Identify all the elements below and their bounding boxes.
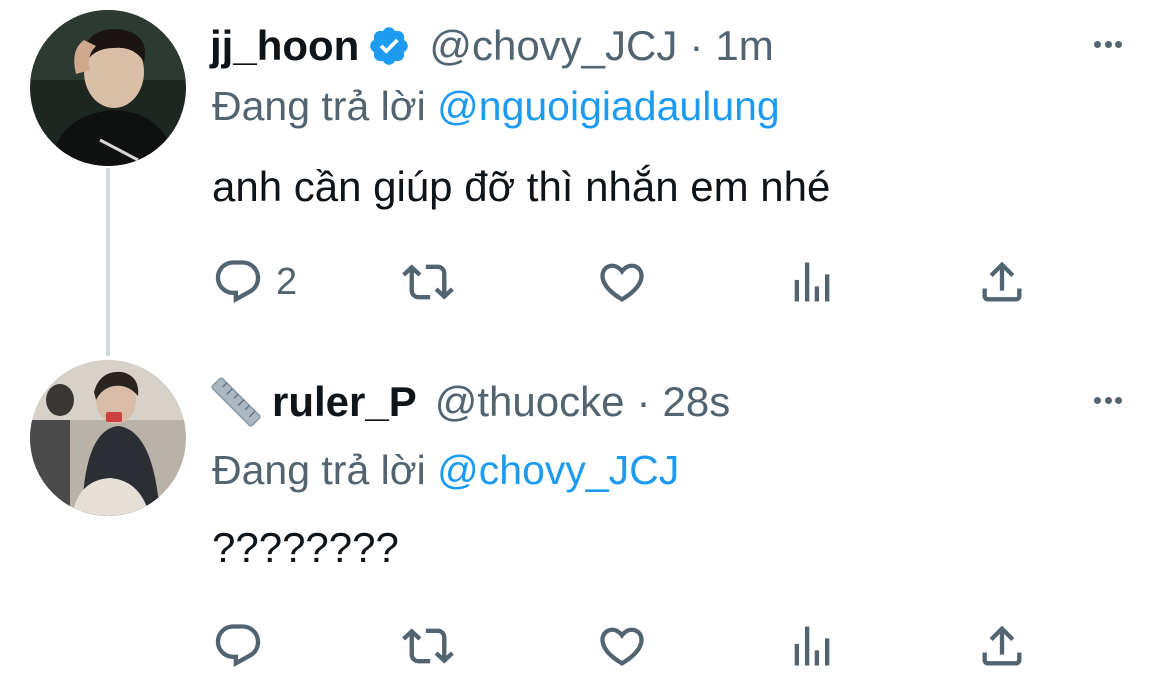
avatar[interactable] [30, 360, 186, 516]
avatar-image [30, 360, 186, 516]
reply-icon [215, 624, 261, 668]
like-icon [600, 263, 644, 302]
like-icon [600, 627, 644, 666]
tweet-text: ???????? [212, 524, 399, 571]
more-options-icon[interactable] [1086, 378, 1130, 422]
tweet-header: ruler_P @thuocke · 28s [210, 374, 730, 430]
straight-ruler-icon [211, 377, 261, 427]
retweet-icon [402, 264, 454, 300]
separator-dot: · [636, 378, 651, 425]
timestamp[interactable]: 1m [715, 18, 773, 74]
timestamp[interactable]: 28s [663, 374, 731, 430]
user-handle[interactable]: @thuocke [435, 374, 625, 430]
tweet-text: anh cần giúp đỡ thì nhắn em nhé [212, 163, 831, 210]
user-handle[interactable]: @chovy_JCJ [429, 18, 677, 74]
tweet[interactable]: jj_hoon @chovy_JCJ · 1m Đang trả lời @ng… [0, 0, 1170, 340]
replying-to-label: Đang trả lời [212, 83, 426, 129]
replying-to: Đang trả lời @chovy_JCJ [212, 444, 679, 496]
analytics-button[interactable] [786, 252, 838, 312]
reply-icon [215, 260, 261, 304]
tweet[interactable]: ruler_P @thuocke · 28s Đang trả lời @cho… [0, 340, 1170, 682]
share-button[interactable] [976, 616, 1028, 676]
display-name[interactable]: jj_hoon [210, 18, 359, 74]
replying-to-mention[interactable]: @chovy_JCJ [437, 447, 679, 493]
replying-to: Đang trả lời @nguoigiadaulung [212, 80, 780, 132]
share-icon [982, 261, 1022, 302]
display-name[interactable]: ruler_P [272, 374, 417, 430]
reply-button[interactable]: 2 [212, 252, 297, 312]
reply-count: 2 [276, 261, 298, 303]
avatar-image [30, 10, 186, 166]
share-button[interactable] [976, 252, 1028, 312]
separator-dot: · [689, 22, 704, 69]
tweet-header: jj_hoon @chovy_JCJ · 1m [210, 18, 774, 74]
replying-to-label: Đang trả lời [212, 447, 426, 493]
like-button[interactable] [596, 252, 648, 312]
retweet-icon [402, 628, 454, 664]
avatar[interactable] [30, 10, 186, 166]
analytics-icon [794, 262, 830, 302]
tweet-actions: 2 [0, 252, 1170, 312]
like-button[interactable] [596, 616, 648, 676]
verified-badge-icon [370, 27, 409, 65]
more-options-icon[interactable] [1086, 22, 1130, 66]
analytics-button[interactable] [786, 616, 838, 676]
replying-to-mention[interactable]: @nguoigiadaulung [437, 83, 780, 129]
tweet-actions [0, 616, 1170, 676]
share-icon [982, 625, 1022, 666]
analytics-icon [794, 626, 830, 666]
reply-button[interactable] [212, 616, 276, 676]
retweet-button[interactable] [402, 616, 454, 676]
retweet-button[interactable] [402, 252, 454, 312]
